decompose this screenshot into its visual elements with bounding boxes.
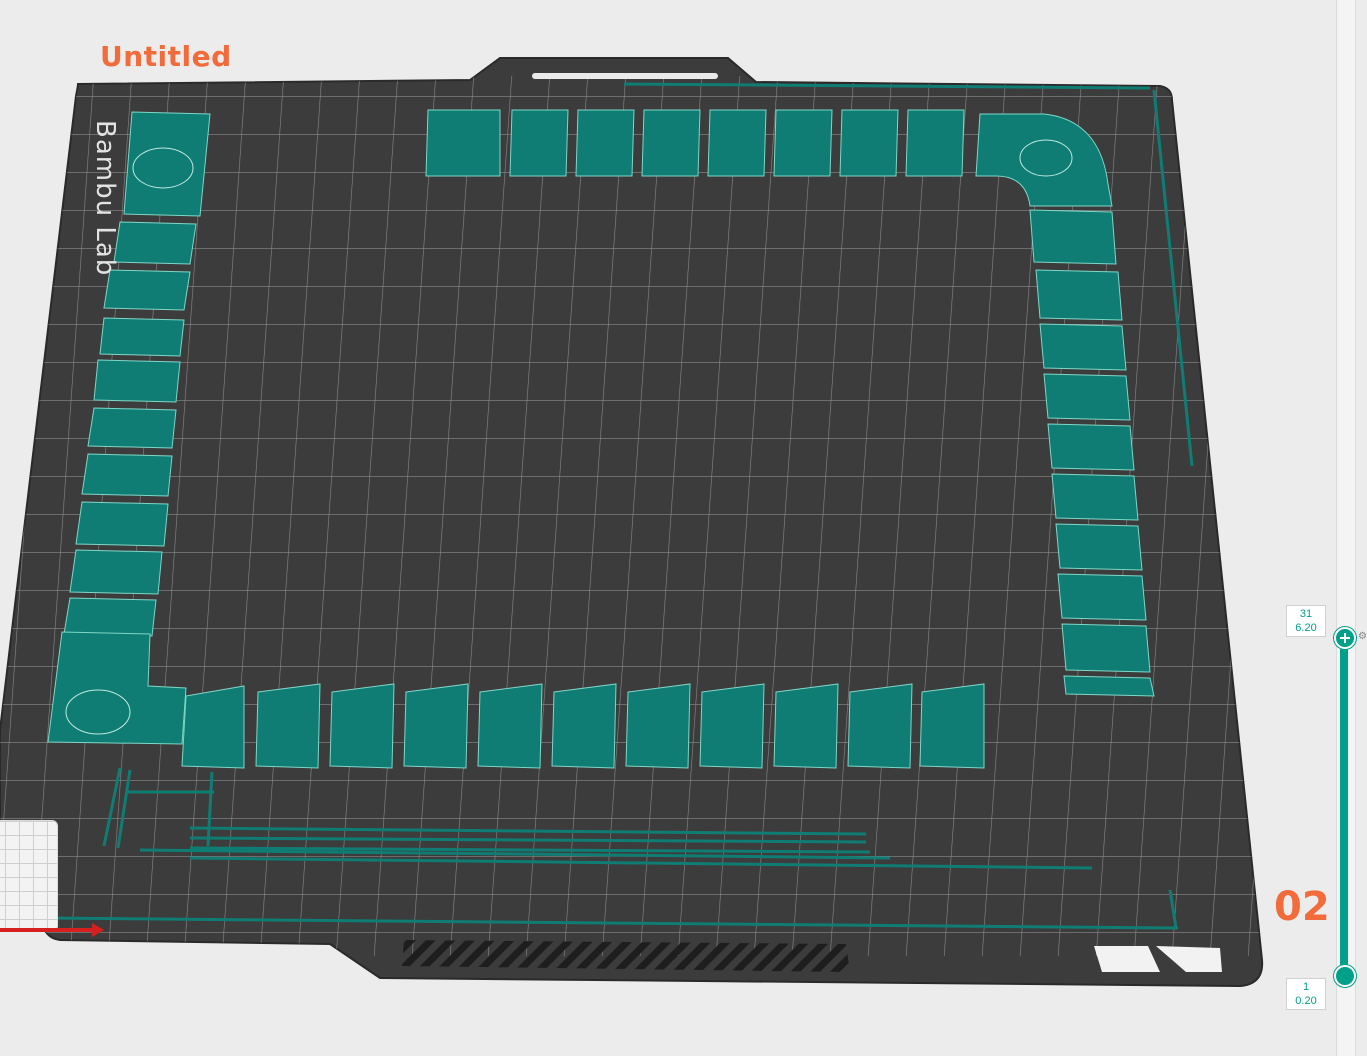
project-name: Untitled <box>100 40 232 73</box>
layer-label-bottom: 1 0.20 <box>1286 978 1326 1010</box>
layer-label-top: 31 6.20 <box>1286 605 1326 637</box>
bottom-layer-height: 0.20 <box>1295 995 1317 1007</box>
axis-x-icon <box>0 928 96 932</box>
plate-number[interactable]: 02 <box>1274 884 1330 930</box>
axis-widget <box>0 820 58 932</box>
top-layer-height: 6.20 <box>1295 622 1317 634</box>
plate-handle-slot <box>532 73 718 79</box>
axis-x-arrow-icon <box>92 923 104 937</box>
3d-viewport[interactable]: Untitled Bambu Lab 02 <box>0 0 1367 1056</box>
layer-slider-track[interactable] <box>1340 638 1348 978</box>
layer-slider-bottom-handle[interactable] <box>1334 965 1356 987</box>
build-plate-view[interactable] <box>0 0 1367 1056</box>
top-layer-number: 31 <box>1299 608 1313 620</box>
bottom-layer-number: 1 <box>1302 981 1310 993</box>
part-bottom-row <box>181 683 985 769</box>
layer-slider-top-handle[interactable] <box>1334 627 1356 649</box>
gear-icon[interactable]: ⚙ <box>1358 631 1367 642</box>
brand-logo: Bambu Lab <box>90 120 120 277</box>
plate-grid <box>0 76 1263 956</box>
